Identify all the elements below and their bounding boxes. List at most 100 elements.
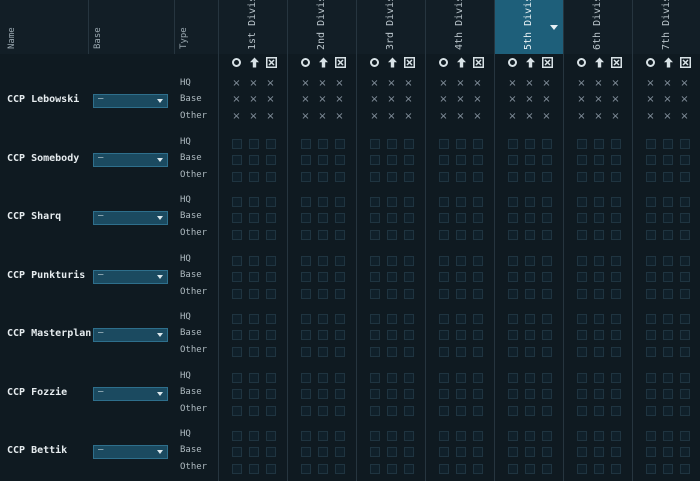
permission-checkbox[interactable] xyxy=(525,347,535,357)
permission-checkbox[interactable] xyxy=(370,138,380,149)
division-header[interactable]: 7th Divisi xyxy=(632,0,700,54)
permission-checkbox[interactable] xyxy=(387,230,397,240)
permission-checkbox[interactable] xyxy=(370,255,380,266)
permission-checkbox[interactable] xyxy=(335,138,345,149)
query-icon[interactable] xyxy=(266,57,277,68)
permission-checkbox[interactable] xyxy=(387,372,397,383)
chevron-down-icon[interactable] xyxy=(157,99,163,103)
view-icon[interactable] xyxy=(301,58,310,67)
permission-checkbox[interactable] xyxy=(577,154,587,165)
permission-checkbox[interactable] xyxy=(335,464,345,474)
permission-checkbox[interactable] xyxy=(249,171,259,182)
permission-checkbox[interactable] xyxy=(646,330,656,340)
permission-checkbox[interactable] xyxy=(335,154,345,165)
permission-checkbox[interactable] xyxy=(456,431,466,441)
permission-checkbox[interactable] xyxy=(542,271,552,282)
permission-checkbox[interactable] xyxy=(525,154,535,165)
permission-checkbox[interactable] xyxy=(404,255,414,266)
permission-checkbox[interactable] xyxy=(473,230,483,240)
permission-checkbox[interactable] xyxy=(473,464,483,474)
permission-checkbox[interactable] xyxy=(439,138,449,149)
permission-checkbox[interactable] xyxy=(335,388,345,399)
permission-checkbox[interactable] xyxy=(508,464,518,474)
permission-checkbox[interactable] xyxy=(611,372,621,383)
permission-checkbox[interactable] xyxy=(404,138,414,149)
permission-checkbox[interactable] xyxy=(404,213,414,223)
permission-checkbox[interactable] xyxy=(404,447,414,457)
permission-checkbox[interactable] xyxy=(370,330,380,340)
permission-checkbox[interactable] xyxy=(232,431,242,441)
permission-checkbox[interactable] xyxy=(387,171,397,182)
permission-checkbox[interactable] xyxy=(387,388,397,399)
permission-checkbox[interactable] xyxy=(525,431,535,441)
permission-checkbox[interactable] xyxy=(249,388,259,399)
permission-checkbox[interactable] xyxy=(335,171,345,182)
permission-checkbox[interactable] xyxy=(577,171,587,182)
permission-checkbox[interactable] xyxy=(370,213,380,223)
permission-checkbox[interactable] xyxy=(646,347,656,357)
permission-checkbox[interactable] xyxy=(577,330,587,340)
permission-checkbox[interactable] xyxy=(318,405,328,416)
permission-checkbox[interactable] xyxy=(594,372,604,383)
permission-checkbox[interactable] xyxy=(508,388,518,399)
permission-checkbox[interactable] xyxy=(663,347,673,357)
permission-checkbox[interactable] xyxy=(525,255,535,266)
query-icon[interactable] xyxy=(473,57,484,68)
take-icon[interactable] xyxy=(249,57,260,68)
permission-checkbox[interactable] xyxy=(663,372,673,383)
permission-checkbox[interactable] xyxy=(249,271,259,282)
permission-checkbox[interactable] xyxy=(370,230,380,240)
permission-checkbox[interactable] xyxy=(301,197,311,207)
permission-checkbox[interactable] xyxy=(301,347,311,357)
permission-checkbox[interactable] xyxy=(232,197,242,207)
permission-checkbox[interactable] xyxy=(318,372,328,383)
permission-checkbox[interactable] xyxy=(301,405,311,416)
permission-checkbox[interactable] xyxy=(266,213,276,223)
permission-checkbox[interactable] xyxy=(387,213,397,223)
permission-checkbox[interactable] xyxy=(542,464,552,474)
view-icon[interactable] xyxy=(439,58,448,67)
take-icon[interactable] xyxy=(387,57,398,68)
permission-checkbox[interactable] xyxy=(611,405,621,416)
permission-checkbox[interactable] xyxy=(335,255,345,266)
permission-checkbox[interactable] xyxy=(266,314,276,324)
column-base-header[interactable]: Base xyxy=(93,27,103,49)
permission-checkbox[interactable] xyxy=(404,171,414,182)
chevron-down-icon[interactable] xyxy=(550,25,558,30)
permission-checkbox[interactable] xyxy=(387,271,397,282)
chevron-down-icon[interactable] xyxy=(157,333,163,337)
permission-checkbox[interactable] xyxy=(249,288,259,299)
permission-checkbox[interactable] xyxy=(387,447,397,457)
query-icon[interactable] xyxy=(680,57,691,68)
permission-checkbox[interactable] xyxy=(680,255,690,266)
permission-checkbox[interactable] xyxy=(232,154,242,165)
permission-checkbox[interactable] xyxy=(646,447,656,457)
permission-checkbox[interactable] xyxy=(594,464,604,474)
permission-checkbox[interactable] xyxy=(473,255,483,266)
permission-checkbox[interactable] xyxy=(663,154,673,165)
permission-checkbox[interactable] xyxy=(611,314,621,324)
permission-checkbox[interactable] xyxy=(663,213,673,223)
permission-checkbox[interactable] xyxy=(456,255,466,266)
permission-checkbox[interactable] xyxy=(335,405,345,416)
take-icon[interactable] xyxy=(318,57,329,68)
permission-checkbox[interactable] xyxy=(508,230,518,240)
base-dropdown[interactable]: – xyxy=(93,386,168,401)
permission-checkbox[interactable] xyxy=(439,154,449,165)
permission-checkbox[interactable] xyxy=(318,388,328,399)
permission-checkbox[interactable] xyxy=(318,431,328,441)
permission-checkbox[interactable] xyxy=(266,388,276,399)
query-icon[interactable] xyxy=(542,57,553,68)
permission-checkbox[interactable] xyxy=(232,447,242,457)
permission-checkbox[interactable] xyxy=(508,154,518,165)
permission-checkbox[interactable] xyxy=(249,230,259,240)
permission-checkbox[interactable] xyxy=(577,255,587,266)
permission-checkbox[interactable] xyxy=(387,330,397,340)
permission-checkbox[interactable] xyxy=(542,154,552,165)
permission-checkbox[interactable] xyxy=(266,431,276,441)
permission-checkbox[interactable] xyxy=(542,330,552,340)
permission-checkbox[interactable] xyxy=(318,255,328,266)
permission-checkbox[interactable] xyxy=(663,314,673,324)
permission-checkbox[interactable] xyxy=(404,388,414,399)
permission-checkbox[interactable] xyxy=(594,347,604,357)
